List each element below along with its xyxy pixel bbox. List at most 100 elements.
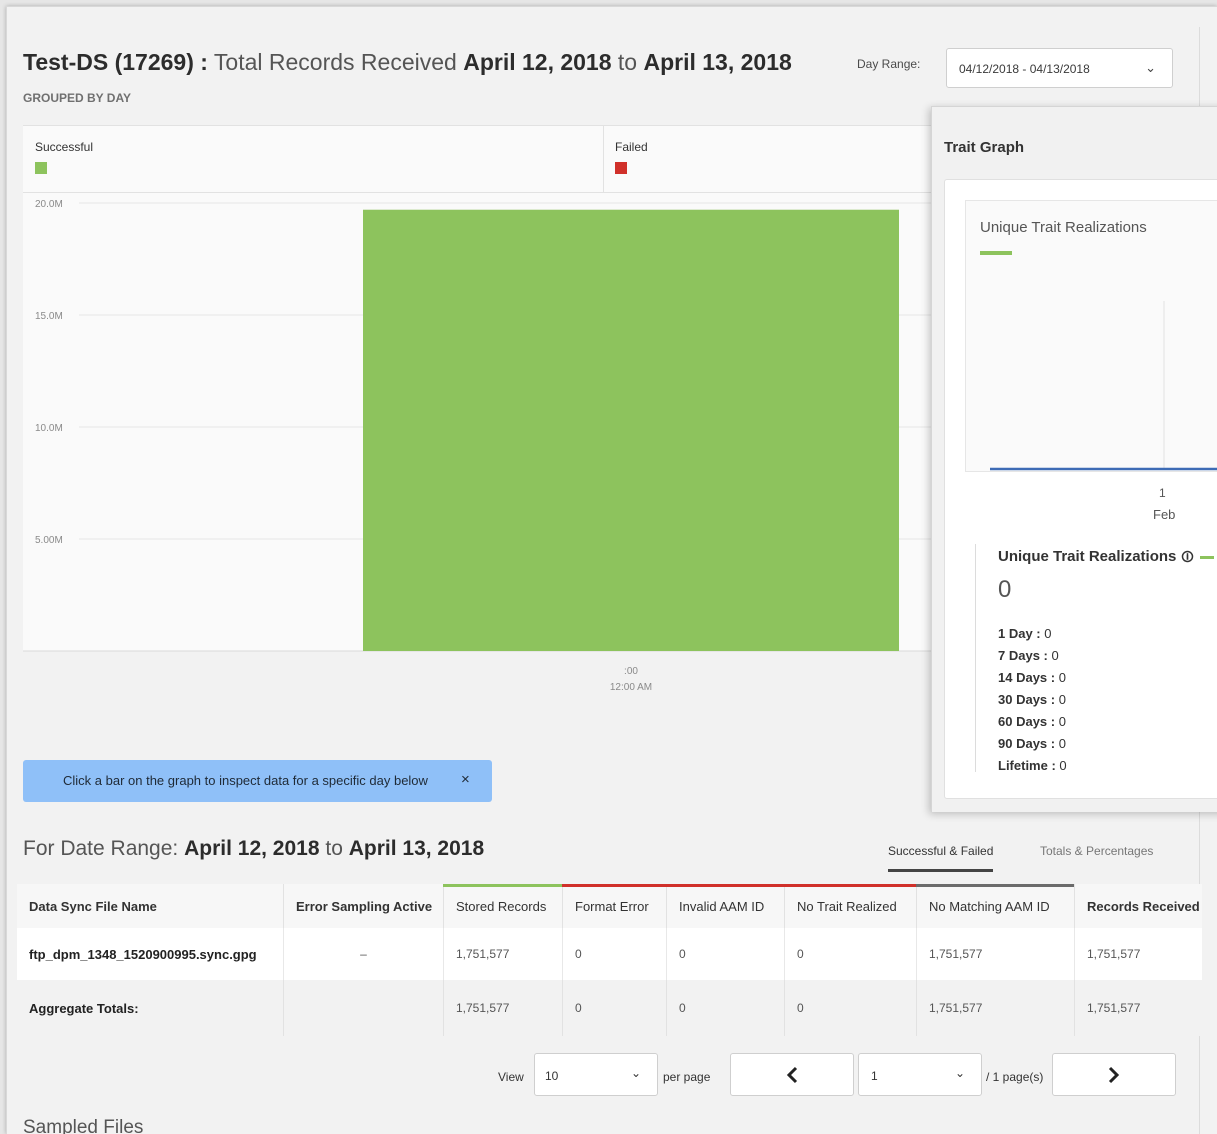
title-to: to [617, 49, 638, 75]
col-no-matching-aam-id[interactable]: No Matching AAM ID [916, 884, 1074, 928]
legend-failed-swatch [615, 162, 627, 174]
trait-chart-svg [990, 301, 1217, 471]
legend-successful[interactable]: Successful [35, 140, 93, 174]
pager-view-label: View [498, 1070, 524, 1084]
cell-records-received-total: 1,751,577 [1074, 980, 1202, 1036]
trait-stat-7-days: 7 Days : 0 [998, 648, 1059, 663]
table-header: Data Sync File Name Error Sampling Activ… [17, 884, 1202, 928]
table-row-totals: Aggregate Totals: 1,751,577 0 0 0 1,751,… [17, 980, 1202, 1036]
trait-stat-lifetime: Lifetime : 0 [998, 758, 1067, 773]
day-range-label: Day Range: [857, 57, 921, 71]
col-no-trait-realized[interactable]: No Trait Realized [784, 884, 916, 928]
close-icon[interactable]: × [461, 771, 470, 788]
cell-invalid-aam-id: 0 [666, 928, 784, 980]
legend-successful-label: Successful [35, 140, 94, 154]
trait-stat-90-days: 90 Days : 0 [998, 736, 1066, 751]
chart-x-tick: :00 [624, 666, 638, 677]
legend-divider [603, 126, 604, 192]
chevron-down-icon: ⌄ [954, 1066, 965, 1080]
unmatched-accent-bar [916, 884, 1074, 887]
trait-stat-value: 0 [1058, 692, 1066, 707]
page-title: Test-DS (17269) : Total Records Received… [23, 49, 792, 76]
date-range-until: April 13, 2018 [348, 837, 485, 860]
prev-page-button[interactable] [730, 1053, 854, 1096]
date-range-from: April 12, 2018 [184, 837, 320, 860]
col-records-received[interactable]: Records Received [1074, 884, 1202, 928]
day-range-value: 04/12/2018 - 04/13/2018 [959, 62, 1090, 76]
date-range-title: For Date Range: April 12, 2018 to April … [23, 837, 484, 861]
datasource-name: Test-DS (17269) : [23, 49, 208, 75]
cell-error-sampling-total [283, 980, 443, 1036]
trait-stat-value: 0 [1059, 758, 1067, 773]
per-page-select[interactable]: 10 ⌄ [534, 1053, 658, 1096]
trait-stat-30-days: 30 Days : 0 [998, 692, 1066, 707]
tab-successful-failed[interactable]: Successful & Failed [888, 844, 994, 872]
per-page-value: 10 [545, 1069, 559, 1083]
cell-no-trait-total: 0 [784, 980, 916, 1036]
chevron-left-icon [786, 1066, 798, 1084]
col-invalid-aam-id[interactable]: Invalid AAM ID [666, 884, 784, 928]
legend-failed[interactable]: Failed [615, 140, 648, 174]
col-file-name[interactable]: Data Sync File Name [17, 884, 283, 928]
trait-stats-title: Unique Trait Realizations 🛈 [998, 548, 1214, 569]
trait-stat-key: 90 Days : [998, 736, 1056, 751]
cell-aggregate-label: Aggregate Totals: [29, 1000, 139, 1016]
trait-stat-key: 30 Days : [998, 692, 1056, 707]
chevron-right-icon [1108, 1066, 1120, 1084]
trait-graph-title: Trait Graph [944, 139, 1025, 156]
col-stored-records[interactable]: Stored Records [443, 884, 562, 928]
cell-records-received: 1,751,577 [1074, 928, 1202, 980]
cell-no-matching-total: 1,751,577 [916, 980, 1074, 1036]
trait-stat-key: 1 Day : [998, 626, 1041, 641]
trait-stat-value: 0 [1058, 714, 1066, 729]
sampled-files-heading: Sampled Files [23, 1117, 144, 1134]
trait-stats-title-text: Unique Trait Realizations [998, 548, 1177, 565]
page-total-label: / 1 page(s) [986, 1070, 1044, 1084]
cell-invalid-aam-total: 0 [666, 980, 784, 1036]
chevron-down-icon: ⌄ [1145, 60, 1156, 75]
trait-x-tick-month: Feb [1153, 507, 1176, 522]
cell-file-name: ftp_dpm_1348_1520900995.sync.gpg [29, 946, 257, 962]
app-window: Test-DS (17269) : Total Records Received… [6, 6, 1217, 1134]
trait-stat-1-day: 1 Day : 0 [998, 626, 1052, 641]
trait-stat-60-days: 60 Days : 0 [998, 714, 1066, 729]
page-value: 1 [871, 1069, 878, 1083]
inspect-hint-banner: Click a bar on the graph to inspect data… [23, 760, 492, 802]
trait-graph-card: Unique Trait Realizations 1 Feb Unique T… [944, 179, 1217, 799]
col-error-sampling[interactable]: Error Sampling Active [283, 884, 443, 928]
trait-x-tick-day: 1 [1159, 486, 1166, 500]
per-page-label: per page [663, 1070, 711, 1084]
trait-graph-window: Trait Graph Unique Trait Realizations 1 … [931, 106, 1217, 812]
trait-stat-key: 60 Days : [998, 714, 1056, 729]
tab-totals-percentages[interactable]: Totals & Percentages [1040, 844, 1153, 869]
cell-no-matching-aam-id: 1,751,577 [916, 928, 1074, 980]
chart-y-tick: 10.0M [35, 423, 63, 434]
trait-stat-key: 14 Days : [998, 670, 1056, 685]
day-range-select[interactable]: 04/12/2018 - 04/13/2018 ⌄ [946, 48, 1173, 88]
metric-label: Total Records Received [213, 49, 457, 75]
title-date-to: April 13, 2018 [643, 49, 792, 75]
trait-stat-value: 0 [1058, 670, 1066, 685]
stored-accent-bar [443, 884, 562, 887]
cell-error-sampling: – [283, 928, 443, 980]
info-icon[interactable]: 🛈 [1181, 550, 1193, 564]
next-page-button[interactable] [1052, 1053, 1176, 1096]
trait-stat-key: 7 Days : [998, 648, 1048, 663]
cell-format-error: 0 [562, 928, 666, 980]
cell-no-trait-realized: 0 [784, 928, 916, 980]
trait-chart: Unique Trait Realizations [965, 200, 1217, 472]
trait-stats-panel: Unique Trait Realizations 🛈 0 1 Day : 0 7… [975, 544, 1217, 773]
chart-y-tick: 15.0M [35, 311, 63, 322]
page-select[interactable]: 1 ⌄ [858, 1053, 982, 1096]
table-row[interactable]: ftp_dpm_1348_1520900995.sync.gpg – 1,751… [17, 928, 1202, 980]
cell-stored-records: 1,751,577 [443, 928, 562, 980]
trait-stat-key: Lifetime : [998, 758, 1056, 773]
trait-stat-value: 0 [1058, 736, 1066, 751]
chart-y-tick: 20.0M [35, 199, 63, 210]
trait-total-value: 0 [998, 576, 1012, 603]
cell-stored-total: 1,751,577 [443, 980, 562, 1036]
bar-successful[interactable] [363, 209, 899, 651]
col-format-error[interactable]: Format Error [562, 884, 666, 928]
chart-x-tick-time: 12:00 AM [610, 682, 652, 693]
chevron-down-icon: ⌄ [630, 1066, 641, 1080]
